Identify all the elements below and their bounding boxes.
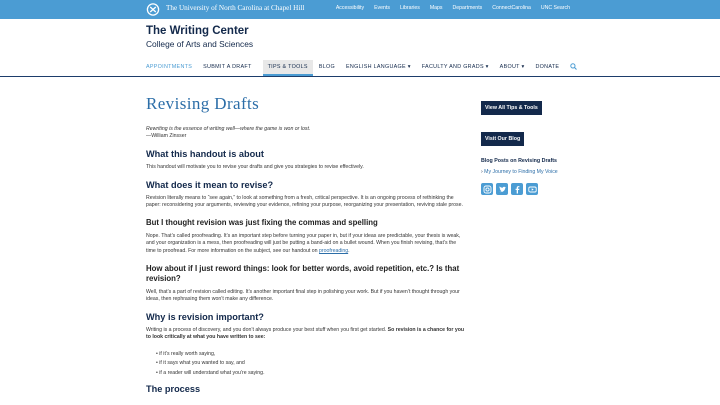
- site-subtitle[interactable]: College of Arts and Sciences: [146, 39, 253, 49]
- university-topbar: The University of North Carolina at Chap…: [0, 0, 720, 19]
- importance-list: if it’s really worth saying, if it says …: [156, 350, 466, 379]
- link-departments[interactable]: Departments: [453, 5, 483, 11]
- blog-posts-heading: Blog Posts on Revising Drafts: [481, 158, 557, 164]
- nav-donate[interactable]: DONATE: [535, 60, 564, 76]
- blog-post-link[interactable]: › My Journey to Finding My Voice: [481, 169, 581, 175]
- link-accessibility[interactable]: Accessibility: [336, 5, 364, 11]
- list-item: if it’s really worth saying,: [156, 350, 466, 360]
- nav-tips-tools[interactable]: TIPS & TOOLS: [262, 60, 313, 76]
- commas-text: Nope. That’s called proofreading. It’s a…: [146, 232, 461, 254]
- instagram-icon[interactable]: [481, 183, 493, 195]
- nav-faculty-grads[interactable]: FACULTY AND GRADS ▾: [422, 60, 494, 76]
- twitter-icon[interactable]: [496, 183, 508, 195]
- nav-about[interactable]: ABOUT ▾: [500, 60, 530, 76]
- commas-text-end: .: [348, 247, 350, 254]
- main-nav: APPOINTMENTS SUBMIT A DRAFT TIPS & TOOLS…: [146, 60, 578, 76]
- nav-appointments[interactable]: APPOINTMENTS: [146, 60, 197, 76]
- link-unc-search[interactable]: UNC Search: [541, 5, 570, 11]
- list-item: if it says what you wanted to say, and: [156, 359, 466, 369]
- link-events[interactable]: Events: [374, 5, 390, 11]
- sidebar: View All Tips & Tools Visit Our Blog Blo…: [481, 96, 581, 195]
- nav-divider: [0, 76, 720, 77]
- section-heading-reword: How about if I just reword things: look …: [146, 263, 460, 283]
- nav-submit-draft[interactable]: SUBMIT A DRAFT: [203, 60, 256, 76]
- section-heading-meaning: What does it mean to revise?: [146, 179, 274, 190]
- list-item: if a reader will understand what you’re …: [156, 369, 466, 379]
- youtube-icon[interactable]: [526, 183, 538, 195]
- epigraph-author: —William Zinsser: [146, 133, 187, 139]
- proofreading-link[interactable]: proofreading: [319, 248, 348, 254]
- section-heading-commas: But I thought revision was just fixing t…: [146, 217, 378, 227]
- social-links: [481, 183, 581, 195]
- page-title: Revising Drafts: [146, 94, 260, 113]
- section-text-importance: Writing is a process of discovery, and y…: [146, 327, 466, 342]
- section-heading-importance: Why is revision important?: [146, 311, 264, 322]
- main-content: Revising Drafts Rewriting is the essence…: [146, 94, 466, 399]
- university-name[interactable]: The University of North Carolina at Chap…: [166, 4, 304, 12]
- nav-english-language[interactable]: ENGLISH LANGUAGE ▾: [346, 60, 416, 76]
- section-heading-process: The process: [146, 384, 201, 395]
- unc-logo-icon[interactable]: [146, 3, 160, 16]
- link-libraries[interactable]: Libraries: [400, 5, 420, 11]
- visit-blog-button[interactable]: Visit Our Blog: [481, 132, 525, 146]
- link-maps[interactable]: Maps: [430, 5, 443, 11]
- site-title[interactable]: The Writing Center: [146, 25, 249, 37]
- blog-post-title[interactable]: My Journey to Finding My Voice: [484, 169, 558, 175]
- utility-links: Accessibility Events Libraries Maps Depa…: [336, 5, 570, 11]
- importance-text: Writing is a process of discovery, and y…: [146, 326, 388, 333]
- section-text-reword: Well, that’s a part of revision called e…: [146, 288, 460, 303]
- section-text-commas: Nope. That’s called proofreading. It’s a…: [146, 233, 466, 256]
- epigraph-quote: Rewriting is the essence of writing well…: [146, 126, 311, 132]
- facebook-icon[interactable]: [511, 183, 523, 195]
- nav-blog[interactable]: BLOG: [319, 60, 340, 76]
- search-icon[interactable]: [570, 60, 578, 76]
- view-all-tips-button[interactable]: View All Tips & Tools: [481, 101, 542, 115]
- link-connectcarolina[interactable]: ConnectCarolina: [492, 5, 531, 11]
- section-text-about: This handout will motivate you to revise…: [146, 164, 364, 170]
- section-text-meaning: Revision literally means to “see again,”…: [146, 194, 463, 209]
- section-heading-about: What this handout is about: [146, 149, 264, 159]
